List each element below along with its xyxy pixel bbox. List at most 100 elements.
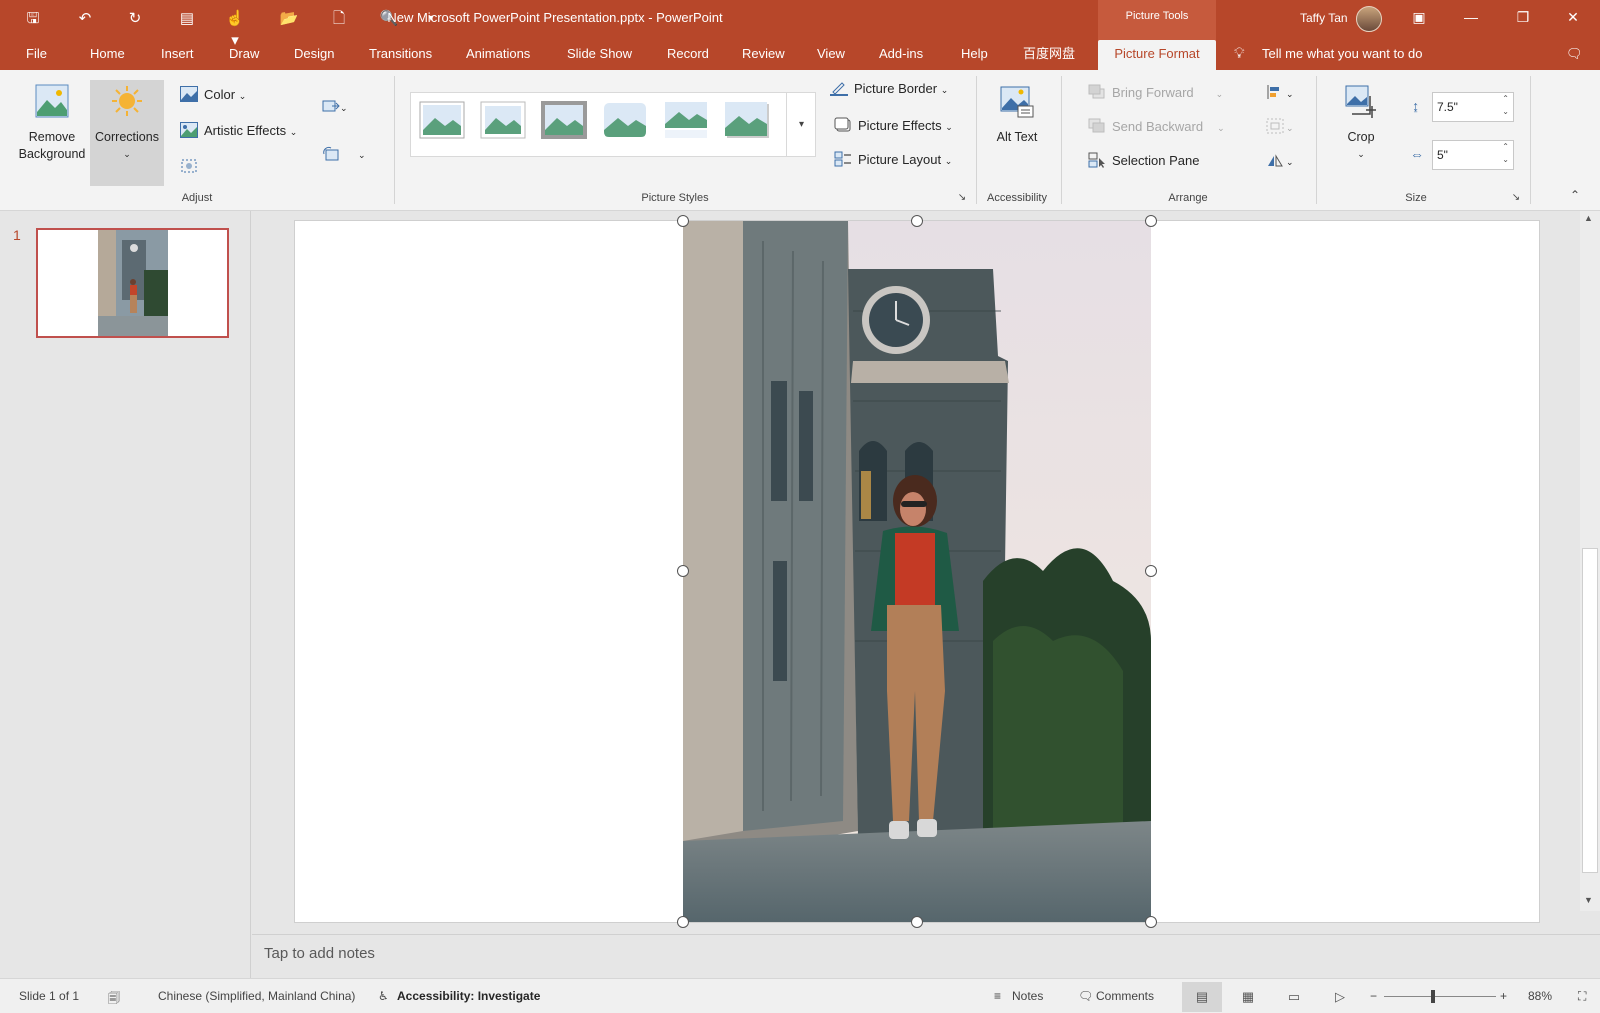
- avatar[interactable]: [1356, 6, 1382, 32]
- dialog-launcher-icon[interactable]: ↘: [956, 192, 968, 203]
- slide-sorter-icon[interactable]: ▦: [1228, 982, 1268, 1012]
- notes-toggle[interactable]: Notes: [1012, 989, 1043, 1003]
- align-button[interactable]: ⌄: [1266, 82, 1294, 104]
- resize-handle-top-right[interactable]: [1145, 215, 1157, 227]
- zoom-in-icon[interactable]: +: [1500, 989, 1507, 1003]
- color-button[interactable]: Color ⌄: [180, 84, 246, 106]
- close-icon[interactable]: ✕: [1558, 6, 1588, 28]
- resize-handle-top[interactable]: [911, 215, 923, 227]
- scrollbar-thumb[interactable]: [1582, 548, 1598, 873]
- picture-layout-button[interactable]: Picture Layout ⌄: [834, 149, 952, 171]
- ribbon: Remove Background Corrections ⌄ Color ⌄ …: [0, 70, 1600, 211]
- chevron-down-icon: ⌄: [944, 156, 953, 166]
- tab-review[interactable]: Review: [742, 44, 785, 64]
- resize-handle-top-left[interactable]: [677, 215, 689, 227]
- comments-status-icon: 🗨︎: [1078, 989, 1094, 1003]
- resize-handle-bottom[interactable]: [911, 916, 923, 928]
- change-picture-button[interactable]: [322, 144, 346, 166]
- comments-icon[interactable]: 🗨︎: [1566, 44, 1583, 64]
- tab-view[interactable]: View: [817, 44, 845, 64]
- corrections-label: Corrections: [95, 130, 159, 144]
- scroll-up-icon[interactable]: ▲: [1584, 213, 1593, 223]
- picture-style-shadow[interactable]: [723, 100, 771, 140]
- tab-baidu-netdisk[interactable]: 百度网盘: [1023, 44, 1075, 64]
- chevron-down-icon: ⌄: [1286, 89, 1294, 99]
- chevron-down-icon: ⌄: [1357, 149, 1365, 159]
- tab-help[interactable]: Help: [961, 44, 988, 64]
- collapse-ribbon-icon[interactable]: ⌃: [1570, 188, 1580, 202]
- artistic-effects-button[interactable]: Artistic Effects ⌄: [180, 120, 297, 142]
- remove-background-button[interactable]: Remove Background: [10, 84, 94, 163]
- picture-style-soft-edge[interactable]: [479, 100, 527, 140]
- accessibility-status[interactable]: Accessibility: Investigate: [397, 989, 540, 1003]
- slide-number: 1: [13, 227, 21, 243]
- spelling-check-icon[interactable]: 🗐︎: [108, 989, 120, 1010]
- send-backward-button[interactable]: Send Backward ⌄: [1088, 116, 1225, 138]
- tab-file[interactable]: File: [26, 44, 47, 64]
- notes-pane[interactable]: Tap to add notes: [252, 934, 1600, 978]
- group-objects-button[interactable]: ⌄: [1266, 116, 1294, 138]
- selected-picture[interactable]: [683, 221, 1151, 922]
- normal-view-icon[interactable]: ▤: [1182, 982, 1222, 1012]
- selection-pane-button[interactable]: Selection Pane: [1088, 150, 1199, 172]
- crop-button[interactable]: Crop ⌄: [1330, 84, 1392, 163]
- ribbon-display-options-icon[interactable]: ▣: [1404, 6, 1434, 28]
- reading-view-icon[interactable]: ▭: [1274, 982, 1314, 1012]
- bring-forward-button[interactable]: Bring Forward ⌄: [1088, 82, 1223, 104]
- reset-picture-dropdown[interactable]: ⌄: [358, 144, 366, 166]
- zoom-slider[interactable]: [1384, 996, 1496, 997]
- zoom-level[interactable]: 88%: [1528, 989, 1552, 1003]
- restore-icon[interactable]: ❐: [1508, 6, 1538, 28]
- minimize-icon[interactable]: —: [1456, 6, 1486, 28]
- language-indicator[interactable]: Chinese (Simplified, Mainland China): [158, 989, 355, 1003]
- slide-thumbnail-1[interactable]: [36, 228, 229, 338]
- resize-handle-bottom-right[interactable]: [1145, 916, 1157, 928]
- picture-style-simple-frame[interactable]: [418, 100, 466, 140]
- picture-style-thick-frame[interactable]: [540, 100, 588, 140]
- rotate-button[interactable]: ⌄: [1266, 150, 1294, 172]
- corrections-button[interactable]: Corrections ⌄: [90, 80, 164, 186]
- tab-design[interactable]: Design: [294, 44, 334, 64]
- height-value: 7.5": [1437, 100, 1458, 114]
- transparency-button[interactable]: [180, 156, 204, 178]
- user-name[interactable]: Taffy Tan: [1300, 11, 1348, 25]
- tab-animations[interactable]: Animations: [466, 44, 530, 64]
- spin-down-icon[interactable]: ⌄: [1502, 98, 1509, 126]
- resize-handle-bottom-left[interactable]: [677, 916, 689, 928]
- gallery-more-icon[interactable]: ▾: [786, 92, 816, 157]
- tab-picture-format[interactable]: Picture Format: [1098, 40, 1216, 70]
- slide-show-icon[interactable]: ▷: [1320, 982, 1360, 1012]
- width-spinner[interactable]: 5" ⌃ ⌄: [1432, 140, 1514, 170]
- align-icon: [1267, 85, 1279, 99]
- tab-slide-show[interactable]: Slide Show: [567, 44, 632, 64]
- context-group-label: Picture Tools: [1125, 10, 1189, 22]
- height-spinner[interactable]: 7.5" ⌃ ⌄: [1432, 92, 1514, 122]
- fit-to-window-icon[interactable]: ⛶: [1578, 989, 1586, 1004]
- picture-style-reflected[interactable]: [662, 100, 710, 140]
- compress-pictures-button[interactable]: ⌄: [322, 96, 348, 118]
- arrange-group-label: Arrange: [1168, 192, 1208, 204]
- tab-insert[interactable]: Insert: [161, 44, 194, 64]
- tab-record[interactable]: Record: [667, 44, 709, 64]
- status-bar: Slide 1 of 1 🗐︎ Chinese (Simplified, Mai…: [0, 978, 1600, 1013]
- tab-home[interactable]: Home: [90, 44, 125, 64]
- pen-icon: [830, 82, 848, 96]
- zoom-out-icon[interactable]: −: [1370, 989, 1377, 1003]
- tab-transitions[interactable]: Transitions: [369, 44, 432, 64]
- vertical-scrollbar[interactable]: ▲ ▼: [1580, 211, 1600, 911]
- resize-handle-right[interactable]: [1145, 565, 1157, 577]
- tab-add-ins[interactable]: Add-ins: [879, 44, 923, 64]
- spin-down-icon[interactable]: ⌄: [1502, 146, 1509, 174]
- picture-border-button[interactable]: Picture Border ⌄: [830, 78, 948, 100]
- resize-handle-left[interactable]: [677, 565, 689, 577]
- picture-layout-label: Picture Layout: [858, 152, 942, 167]
- picture-effects-button[interactable]: Picture Effects ⌄: [834, 115, 953, 137]
- dialog-launcher-icon[interactable]: ↘: [1510, 192, 1522, 203]
- tab-draw[interactable]: Draw: [229, 44, 259, 64]
- comments-toggle[interactable]: Comments: [1096, 989, 1154, 1003]
- tell-me-search[interactable]: Tell me what you want to do: [1262, 44, 1422, 64]
- alt-text-button[interactable]: Alt Text: [988, 84, 1046, 146]
- scroll-down-icon[interactable]: ▼: [1584, 895, 1593, 905]
- picture-style-rounded[interactable]: [601, 100, 649, 140]
- zoom-slider-thumb[interactable]: [1431, 990, 1435, 1003]
